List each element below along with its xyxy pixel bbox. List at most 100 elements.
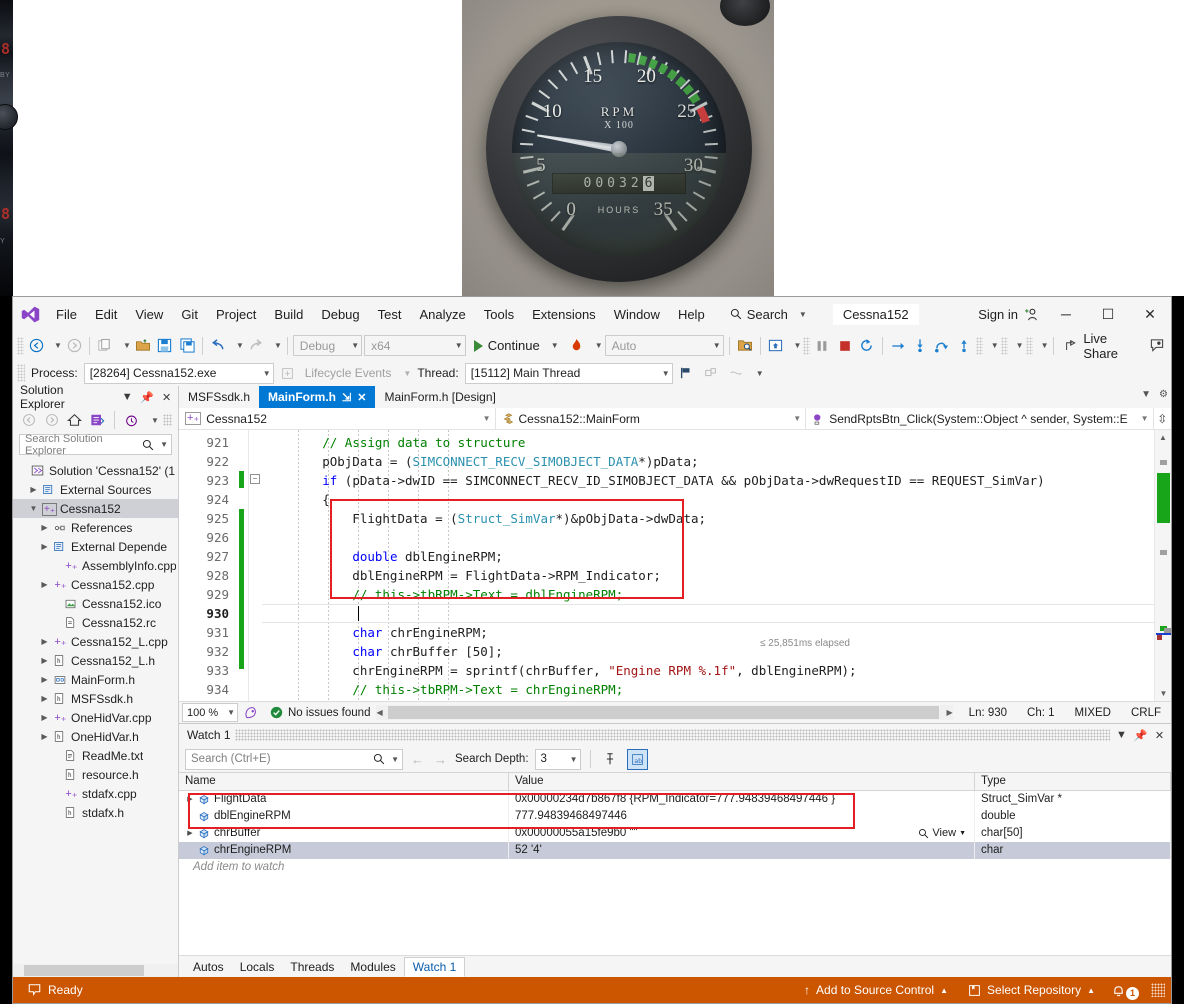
document-tab[interactable]: MSFSsdk.h — [179, 386, 259, 408]
search-depth-combo[interactable]: 3 ▼ — [535, 749, 581, 770]
column-header-name[interactable]: Name — [179, 773, 509, 790]
scroll-down-icon[interactable]: ▼ — [1155, 686, 1171, 701]
tree-item[interactable]: ▶hMSFSsdk.h — [13, 689, 178, 708]
code-editor[interactable]: 9219229239249259269279289299309319329339… — [179, 430, 1171, 701]
save-icon[interactable] — [155, 335, 175, 357]
step-over-icon[interactable] — [932, 335, 952, 357]
expander-icon[interactable]: ▼ — [28, 504, 39, 513]
expander-icon[interactable]: ▶ — [39, 580, 50, 589]
watch-grid[interactable]: Name Value Type ▶FlightData0x00000234d7b… — [179, 772, 1171, 955]
add-to-source-control-button[interactable]: ↑ Add to Source Control ▲ — [794, 977, 958, 1003]
menu-item-edit[interactable]: Edit — [86, 303, 126, 326]
undo-dropdown-icon[interactable]: ▼ — [230, 341, 244, 350]
watch-name-cell[interactable]: ▶chrBuffer — [179, 825, 509, 842]
tree-item[interactable]: +₊stdafx.cpp — [13, 784, 178, 803]
menu-item-build[interactable]: Build — [265, 303, 312, 326]
expander-icon[interactable]: ▶ — [39, 656, 50, 665]
document-tab[interactable]: MainForm.h⇲✕ — [259, 386, 375, 408]
tree-item[interactable]: ▶hOneHidVar.h — [13, 727, 178, 746]
live-share-button[interactable]: Live Share — [1059, 335, 1143, 357]
tree-item[interactable]: ReadMe.txt — [13, 746, 178, 765]
scroll-up-icon[interactable]: ▲ — [1155, 430, 1171, 445]
restart-icon[interactable] — [857, 335, 877, 357]
collapse-region-icon[interactable]: − — [250, 474, 260, 484]
panel-menu-icon[interactable]: ▼ — [120, 391, 135, 403]
chevron-down-icon[interactable]: ▼ — [145, 416, 159, 425]
watch-row[interactable]: ▶chrBuffer0x00000055a15fe9b0 ""View▼char… — [179, 825, 1171, 842]
debug-tab-modules[interactable]: Modules — [342, 957, 403, 977]
expander-icon[interactable]: ▶ — [39, 675, 50, 684]
watch-value-cell[interactable]: 0x00000234d7b867f8 {RPM_Indicator=777.94… — [509, 791, 975, 808]
search-previous-icon[interactable]: ← — [409, 752, 426, 767]
column-header-value[interactable]: Value — [509, 773, 975, 790]
tree-item[interactable]: ▶References — [13, 518, 178, 537]
process-combo[interactable]: [28264] Cessna152.exe ▼ — [84, 363, 274, 384]
toolbar-grip[interactable] — [803, 337, 810, 355]
new-dropdown-icon[interactable]: ▼ — [117, 341, 131, 350]
close-tab-icon[interactable]: ✕ — [357, 391, 366, 404]
document-tabs[interactable]: MSFSsdk.hMainForm.h⇲✕MainForm.h [Design]… — [179, 386, 1171, 408]
window-layout-icon[interactable] — [765, 335, 785, 357]
show-raw-values-icon[interactable]: ab — [627, 749, 648, 770]
expander-icon[interactable]: ▶ — [39, 694, 50, 703]
chevron-down-icon[interactable]: ▼ — [959, 825, 966, 842]
solution-tree[interactable]: Solution 'Cessna152' (1 ▶External Source… — [13, 459, 178, 964]
menu-item-view[interactable]: View — [126, 303, 172, 326]
resize-grip[interactable] — [1151, 983, 1165, 997]
editor-horizontal-scrollbar[interactable]: ◀ ▶ — [376, 705, 952, 720]
nav-class-combo[interactable]: Cessna152::MainForm ▼ — [496, 408, 807, 430]
watch-rows[interactable]: ▶FlightData0x00000234d7b867f8 {RPM_Indic… — [179, 791, 1171, 876]
pin-icon[interactable]: 📌 — [1133, 729, 1148, 742]
show-next-statement-icon[interactable] — [888, 335, 908, 357]
menu-item-project[interactable]: Project — [207, 303, 265, 326]
toolbar-grip[interactable] — [17, 364, 25, 382]
toolbar-grip[interactable] — [976, 337, 983, 355]
watch-name-cell[interactable]: chrEngineRPM — [179, 842, 509, 859]
tabstrip-controls[interactable]: ▼ ⚙ — [1141, 389, 1168, 400]
auto-combo[interactable]: Auto ▼ — [605, 335, 724, 356]
layout-dropdown-icon[interactable]: ▼ — [788, 341, 802, 350]
expander-icon[interactable]: ▶ — [39, 523, 50, 532]
tree-item[interactable]: ▶External Depende — [13, 537, 178, 556]
navigate-back-icon[interactable] — [26, 335, 46, 357]
tree-item[interactable]: hstdafx.h — [13, 803, 178, 822]
menu-item-debug[interactable]: Debug — [312, 303, 368, 326]
watch-row[interactable]: chrEngineRPM52 '4'char — [179, 842, 1171, 859]
thread-combo[interactable]: [15112] Main Thread ▼ — [465, 363, 673, 384]
tree-item[interactable]: ▶External Sources — [13, 480, 178, 499]
drag-dots[interactable] — [235, 729, 1110, 741]
tree-item[interactable]: ▶MainForm.h — [13, 670, 178, 689]
close-icon[interactable]: ✕ — [1152, 729, 1167, 742]
watch-row[interactable]: dblEngineRPM777.94839468497446double — [179, 808, 1171, 825]
solution-explorer-search[interactable]: Search Solution Explorer ▼ — [19, 434, 172, 455]
flag-thread-icon[interactable] — [675, 362, 698, 384]
overflow-dots[interactable] — [163, 414, 172, 426]
overflow-icon[interactable]: ▼ — [1010, 341, 1024, 350]
search-box[interactable]: Search ▼ — [730, 307, 807, 322]
hot-reload-icon[interactable] — [567, 335, 587, 357]
toolbar-grip[interactable] — [1026, 337, 1033, 355]
break-all-icon[interactable] — [812, 335, 832, 357]
search-solution-icon[interactable] — [735, 335, 755, 357]
expander-icon[interactable]: ▶ — [185, 791, 195, 808]
maximize-button[interactable]: ☐ — [1087, 299, 1129, 329]
editor-vertical-scrollbar[interactable]: ▲ ▼ — [1154, 430, 1171, 701]
stop-debugging-icon[interactable] — [835, 335, 855, 357]
debug-tab-watch-1[interactable]: Watch 1 — [404, 957, 466, 977]
chevron-down-icon[interactable]: ▼ — [1141, 389, 1151, 400]
toolbar-grip[interactable] — [17, 337, 24, 355]
overflow-icon[interactable]: ▼ — [985, 341, 999, 350]
document-tab[interactable]: MainForm.h [Design] — [375, 386, 504, 408]
close-icon[interactable]: ✕ — [159, 391, 174, 404]
expander-icon[interactable]: ▶ — [39, 732, 50, 741]
platform-combo[interactable]: x64 ▼ — [364, 335, 466, 356]
pin-icon[interactable]: 📌 — [140, 391, 155, 404]
issues-status[interactable]: No issues found — [264, 706, 370, 719]
pending-changes-icon[interactable] — [122, 411, 141, 430]
continue-button[interactable]: Continue ▼ — [468, 335, 565, 357]
expander-icon[interactable]: ▶ — [28, 485, 39, 494]
debug-tab-locals[interactable]: Locals — [232, 957, 283, 977]
watch-row[interactable]: ▶FlightData0x00000234d7b867f8 {RPM_Indic… — [179, 791, 1171, 808]
menu-item-git[interactable]: Git — [172, 303, 207, 326]
overflow-icon[interactable]: ▼ — [1035, 341, 1049, 350]
